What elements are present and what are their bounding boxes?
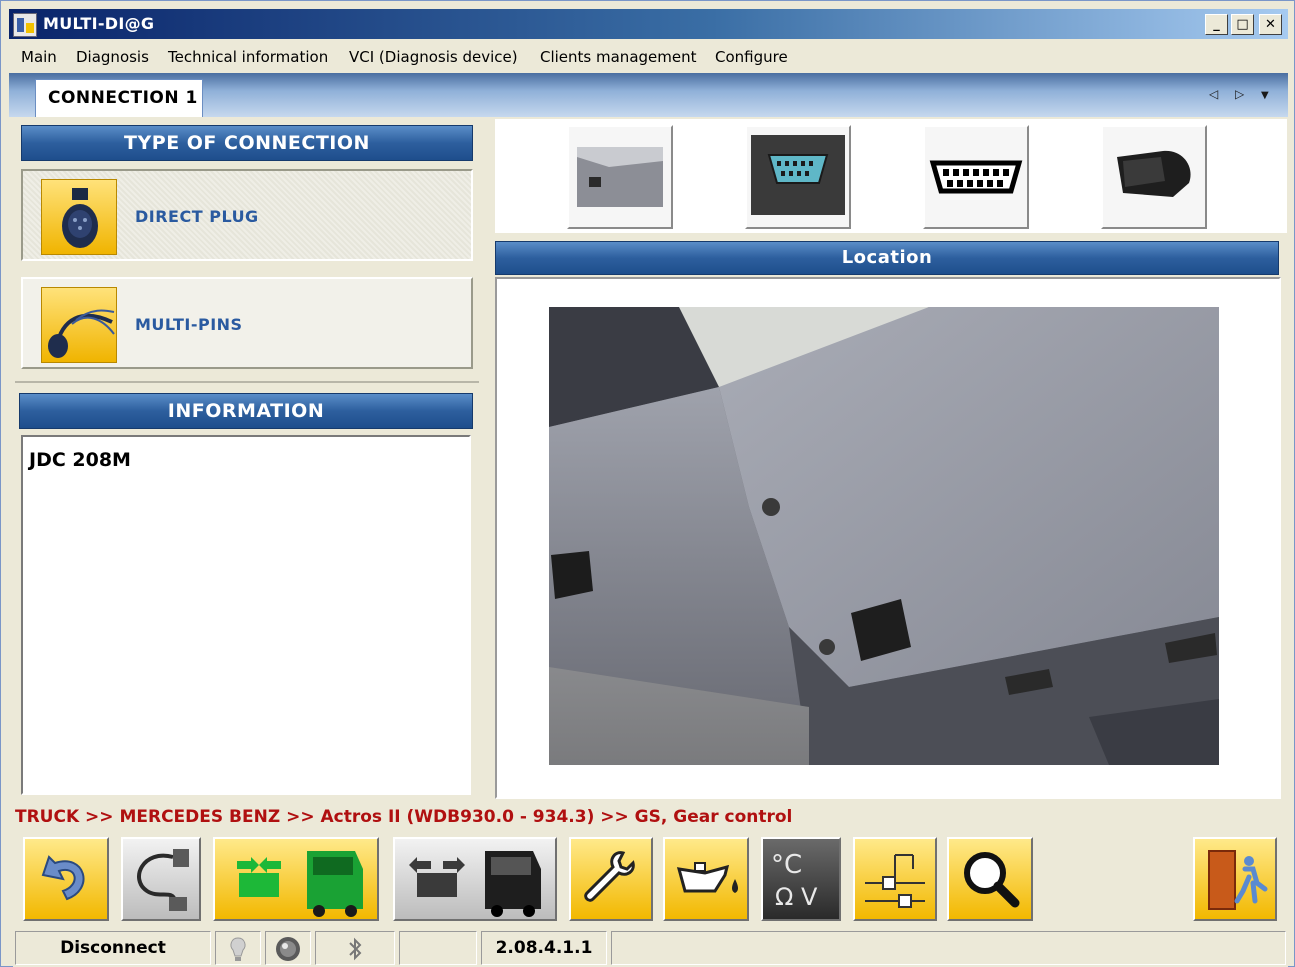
maintenance-button[interactable] <box>569 837 653 921</box>
back-button[interactable] <box>23 837 109 921</box>
type-of-connection-header: TYPE OF CONNECTION <box>21 125 473 161</box>
close-button[interactable]: ✕ <box>1259 14 1282 35</box>
version-label: 2.08.4.1.1 <box>481 931 607 965</box>
application-window: MULTI-DI@G _ □ ✕ Main Diagnosis Technica… <box>0 0 1295 967</box>
multi-pins-cable-icon <box>41 287 117 363</box>
temperature-ohm-voltage-icon: °C Ω V <box>771 850 818 911</box>
status-bar: Disconnect 2.08.4.1.1 <box>13 929 1288 967</box>
search-button[interactable] <box>947 837 1033 921</box>
location-frame <box>495 277 1281 799</box>
cable-icon <box>137 849 189 911</box>
information-header: INFORMATION <box>19 393 473 429</box>
led-indicator-icon <box>265 931 311 965</box>
wiring-diagram-button[interactable] <box>853 837 937 921</box>
exit-button[interactable] <box>1193 837 1277 921</box>
menu-clients-management[interactable]: Clients management <box>540 48 697 66</box>
location-header: Location <box>495 241 1279 275</box>
multi-pins-option[interactable]: MULTI-PINS <box>21 277 473 369</box>
cable-button[interactable] <box>121 837 201 921</box>
minimize-button[interactable]: _ <box>1205 14 1228 35</box>
section-divider <box>15 381 479 383</box>
obd-socket-thumbnail[interactable] <box>745 125 851 229</box>
tab-next-icon[interactable]: ▷ <box>1235 87 1244 101</box>
disconnect-vehicle-button[interactable] <box>393 837 557 921</box>
temperature-symbol: °C <box>771 850 802 880</box>
tab-list-dropdown-icon[interactable]: ▼ <box>1261 90 1269 101</box>
information-text: JDC 208M <box>29 449 131 471</box>
menu-main[interactable]: Main <box>21 48 57 66</box>
window-title: MULTI-DI@G <box>43 14 155 33</box>
status-empty-cell <box>399 931 477 965</box>
tab-label: CONNECTION 1 <box>48 88 198 108</box>
obd-plug-thumbnail[interactable] <box>1101 125 1207 229</box>
tab-strip: CONNECTION 1 ◁ ▷ ▼ <box>9 73 1288 117</box>
thumbnail-strip <box>495 119 1287 233</box>
dashboard-location-thumbnail[interactable] <box>567 125 673 229</box>
oil-can-icon <box>676 862 738 893</box>
magnifier-icon <box>964 852 1020 908</box>
direct-plug-label: DIRECT PLUG <box>135 207 259 226</box>
tab-connection-1[interactable]: CONNECTION 1 <box>35 79 203 117</box>
wiring-diagram-icon <box>865 854 925 908</box>
obd-connector-diagram-thumbnail[interactable] <box>923 125 1029 229</box>
maximize-button[interactable]: □ <box>1231 14 1254 35</box>
bluetooth-icon <box>315 931 395 965</box>
measurement-button[interactable]: °C Ω V <box>761 837 841 921</box>
tab-prev-icon[interactable]: ◁ <box>1209 87 1218 101</box>
vehicle-breadcrumb: TRUCK >> MERCEDES BENZ >> Actros II (WDB… <box>15 807 793 827</box>
oil-service-button[interactable] <box>663 837 749 921</box>
title-bar[interactable]: MULTI-DI@G _ □ ✕ <box>9 9 1288 39</box>
undo-arrow-icon <box>41 855 85 901</box>
disconnect-truck-icon <box>409 851 541 917</box>
menu-vci[interactable]: VCI (Diagnosis device) <box>349 48 518 66</box>
menu-technical-information[interactable]: Technical information <box>168 48 328 66</box>
diagnostic-socket-location-photo <box>549 307 1219 765</box>
ohm-voltage-symbols: Ω V <box>775 883 818 911</box>
lamp-icon <box>215 931 261 965</box>
right-panel: Location <box>489 117 1288 805</box>
status-message-area <box>611 931 1286 965</box>
left-panel: TYPE OF CONNECTION DIRECT PLUG MULTI-PIN… <box>13 117 483 805</box>
connect-vehicle-button[interactable] <box>213 837 379 921</box>
multi-pins-label: MULTI-PINS <box>135 315 243 334</box>
information-box: JDC 208M <box>21 435 471 795</box>
exit-door-icon <box>1208 850 1268 910</box>
menu-diagnosis[interactable]: Diagnosis <box>76 48 149 66</box>
round-plug-icon <box>41 179 117 255</box>
app-icon <box>13 13 37 37</box>
bottom-toolbar: °C Ω V <box>13 833 1288 925</box>
connect-truck-icon <box>237 851 363 917</box>
menu-bar: Main Diagnosis Technical information VCI… <box>9 41 1288 73</box>
disconnect-status[interactable]: Disconnect <box>15 931 211 965</box>
direct-plug-option[interactable]: DIRECT PLUG <box>21 169 473 261</box>
wrench-icon <box>584 851 635 902</box>
menu-configure[interactable]: Configure <box>715 48 788 66</box>
